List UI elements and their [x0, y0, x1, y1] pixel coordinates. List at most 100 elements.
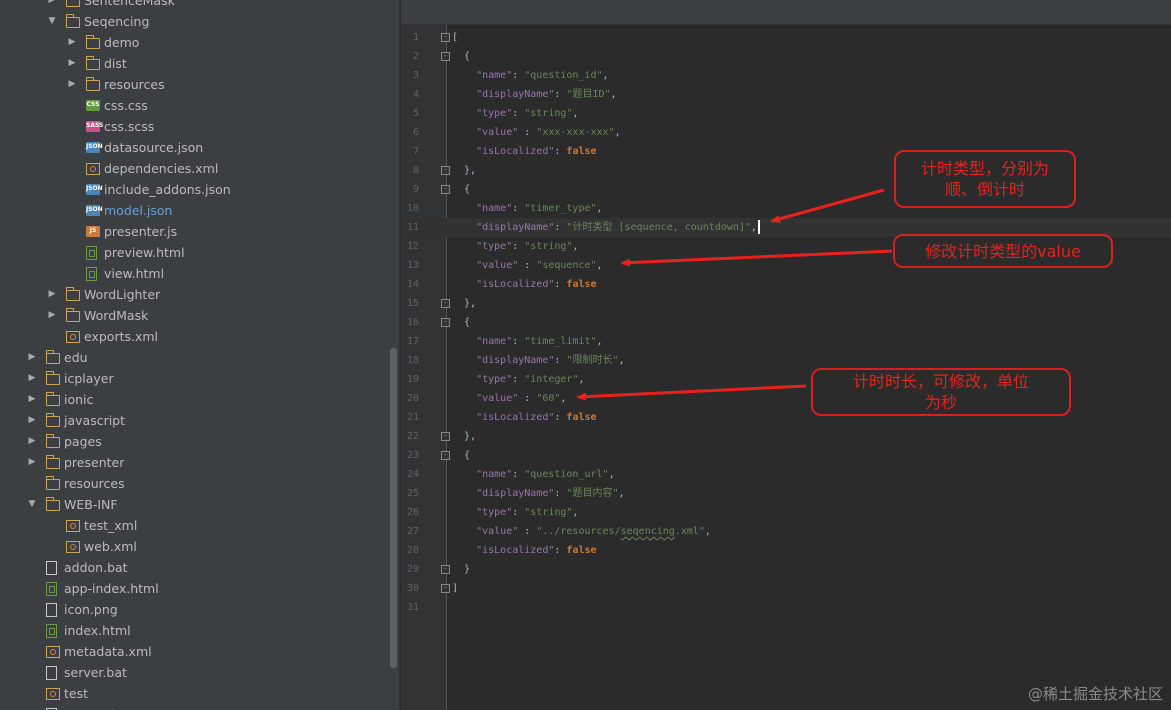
expand-arrow-icon[interactable]: ▶: [46, 0, 58, 11]
tree-scrollbar-thumb[interactable]: [390, 348, 397, 668]
fold-toggle-icon[interactable]: -: [441, 33, 450, 42]
code-token: "题目内容": [566, 488, 619, 499]
tree-item-seqencing[interactable]: ▼ Seqencing: [0, 11, 400, 32]
tree-item-label: resources: [104, 77, 165, 92]
code-token: },: [452, 431, 477, 442]
code-token: ,: [750, 222, 757, 233]
tree-item-presenter[interactable]: ▶ presenter: [0, 452, 400, 473]
tree-item-icon-png[interactable]: icon.png: [0, 599, 400, 620]
tree-item-resources[interactable]: ▶ resources: [0, 74, 400, 95]
expand-arrow-icon[interactable]: ▶: [66, 53, 78, 74]
expand-arrow-icon[interactable]: ▶: [26, 347, 38, 368]
fold-toggle-icon[interactable]: -: [441, 52, 450, 61]
code-line[interactable]: 26 "type": "string",: [401, 503, 1171, 522]
code-line[interactable]: 17 "name": "time_limit",: [401, 332, 1171, 351]
fold-toggle-icon[interactable]: -: [441, 185, 450, 194]
tree-item-exports-xml[interactable]: exports.xml: [0, 326, 400, 347]
tree-item-index-html[interactable]: index.html: [0, 620, 400, 641]
code-token: "value": [476, 393, 519, 404]
folder-icon: [65, 287, 80, 301]
tree-item-css-scss[interactable]: SASS css.scss: [0, 116, 400, 137]
line-number: 30: [406, 583, 419, 594]
code-line[interactable]: 22 - },: [401, 427, 1171, 446]
code-line[interactable]: 14 "isLocalized": false: [401, 275, 1171, 294]
code-line[interactable]: 29 - }: [401, 560, 1171, 579]
code-line[interactable]: 3 "name": "question_id",: [401, 66, 1171, 85]
tree-item-icplayer[interactable]: ▶ icplayer: [0, 368, 400, 389]
tree-item-dependencies-xml[interactable]: dependencies.xml: [0, 158, 400, 179]
annotation-time-limit: 计时时长，可修改，单位 为秒: [811, 368, 1071, 416]
code-line[interactable]: 4 "displayName": "题目ID",: [401, 85, 1171, 104]
collapse-arrow-icon[interactable]: ▼: [26, 494, 38, 515]
code-text: },: [452, 427, 476, 446]
line-number: 8: [412, 165, 419, 176]
code-line[interactable]: 27 "value" : "../resources/seqencing.xml…: [401, 522, 1171, 541]
tree-item-model-json[interactable]: JSON model.json: [0, 200, 400, 221]
tree-item-app-index-html[interactable]: app-index.html: [0, 578, 400, 599]
expand-arrow-icon[interactable]: ▶: [26, 431, 38, 452]
expand-arrow-icon[interactable]: ▶: [26, 452, 38, 473]
scss-file-icon: SASS: [86, 121, 103, 132]
tree-item-test-xml[interactable]: test_xml: [0, 515, 400, 536]
code-area[interactable]: 1-[2- {3 "name": "question_id", 4 "displa…: [401, 28, 1171, 617]
fold-toggle-icon[interactable]: -: [441, 432, 450, 441]
tree-item-server-bat[interactable]: server.bat: [0, 662, 400, 683]
code-line[interactable]: 15 - },: [401, 294, 1171, 313]
tree-item-include-addons-json[interactable]: JSON include_addons.json: [0, 179, 400, 200]
tree-item-dist[interactable]: ▶ dist: [0, 53, 400, 74]
tree-item-datasource-json[interactable]: JSON datasource.json: [0, 137, 400, 158]
fold-toggle-icon[interactable]: -: [441, 166, 450, 175]
expand-arrow-icon[interactable]: ▶: [26, 368, 38, 389]
code-line[interactable]: 31: [401, 598, 1171, 617]
code-line[interactable]: 5 "type": "string",: [401, 104, 1171, 123]
tree-item-metadata-xml[interactable]: metadata.xml: [0, 641, 400, 662]
tree-item-test[interactable]: test: [0, 683, 400, 704]
watermark: @稀土掘金技术社区: [1027, 685, 1163, 703]
tree-item-addon-bat[interactable]: addon.bat: [0, 557, 400, 578]
expand-arrow-icon[interactable]: ▶: [66, 74, 78, 95]
fold-toggle-icon[interactable]: -: [441, 318, 450, 327]
tree-item-edu[interactable]: ▶ edu: [0, 347, 400, 368]
tree-item-resources[interactable]: resources: [0, 473, 400, 494]
tree-item-web-xml[interactable]: web.xml: [0, 536, 400, 557]
code-text: "name": "question_url",: [452, 465, 615, 484]
tree-item-wordlighter[interactable]: ▶ WordLighter: [0, 284, 400, 305]
code-token: {: [452, 450, 471, 461]
tree-item-view-html[interactable]: view.html: [0, 263, 400, 284]
expand-arrow-icon[interactable]: ▶: [66, 32, 78, 53]
expand-arrow-icon[interactable]: ▶: [26, 410, 38, 431]
tree-item-test-xml[interactable]: test.xml: [0, 704, 400, 710]
expand-arrow-icon[interactable]: ▶: [26, 389, 38, 410]
code-line[interactable]: 2 - {: [401, 47, 1171, 66]
tree-item-sentencemask[interactable]: ▶ SentenceMask: [0, 0, 400, 11]
code-line[interactable]: 16 - {: [401, 313, 1171, 332]
code-line[interactable]: 6 "value" : "xxx-xxx-xxx",: [401, 123, 1171, 142]
code-line[interactable]: 23 - {: [401, 446, 1171, 465]
code-line[interactable]: 30 -]: [401, 579, 1171, 598]
tree-item-pages[interactable]: ▶ pages: [0, 431, 400, 452]
fold-toggle-icon[interactable]: -: [441, 565, 450, 574]
code-line[interactable]: 25 "displayName": "题目内容",: [401, 484, 1171, 503]
collapse-arrow-icon[interactable]: ▼: [46, 11, 58, 32]
tree-item-javascript[interactable]: ▶ javascript: [0, 410, 400, 431]
tree-item-demo[interactable]: ▶ demo: [0, 32, 400, 53]
tree-item-wordmask[interactable]: ▶ WordMask: [0, 305, 400, 326]
fold-toggle-icon[interactable]: -: [441, 451, 450, 460]
code-line[interactable]: 1 -[: [401, 28, 1171, 47]
fold-toggle-icon[interactable]: -: [441, 584, 450, 593]
tree-item-presenter-js[interactable]: JS presenter.js: [0, 221, 400, 242]
annotation-timer-type: 计时类型，分别为 顺、倒计时: [894, 150, 1076, 208]
code-line[interactable]: 28 "isLocalized": false: [401, 541, 1171, 560]
code-editor[interactable]: 1-[2- {3 "name": "question_id", 4 "displa…: [401, 0, 1171, 710]
fold-toggle-icon[interactable]: -: [441, 299, 450, 308]
tree-item-ionic[interactable]: ▶ ionic: [0, 389, 400, 410]
code-line[interactable]: 24 "name": "question_url",: [401, 465, 1171, 484]
expand-arrow-icon[interactable]: ▶: [46, 305, 58, 326]
code-text: "displayName": "题目ID",: [452, 85, 616, 104]
tree-item-preview-html[interactable]: preview.html: [0, 242, 400, 263]
tree-item-web-inf[interactable]: ▼ WEB-INF: [0, 494, 400, 515]
tree-item-css-css[interactable]: CSS css.css: [0, 95, 400, 116]
expand-arrow-icon[interactable]: ▶: [46, 284, 58, 305]
code-token: :: [512, 507, 525, 518]
